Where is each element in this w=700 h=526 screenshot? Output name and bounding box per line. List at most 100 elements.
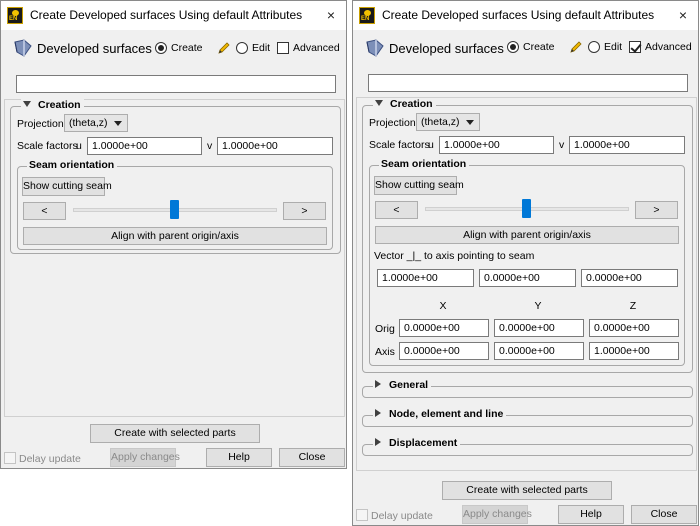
creation-legend: Creation: [390, 98, 433, 110]
edit-radio[interactable]: [236, 42, 248, 54]
create-selected-parts-button[interactable]: Create with selected parts: [442, 481, 612, 500]
creation-toggle[interactable]: Creation: [373, 98, 436, 111]
apply-changes-button[interactable]: Apply changes: [462, 505, 532, 524]
name-input[interactable]: [368, 74, 688, 92]
delay-update-label: Delay update: [371, 510, 433, 522]
vector-z-field[interactable]: 0.0000e+00: [581, 269, 678, 287]
pencil-icon: [570, 41, 582, 53]
seam-prev-button[interactable]: <: [23, 202, 66, 220]
create-radio-label: Create: [523, 41, 555, 53]
projection-label: Projection: [17, 118, 64, 130]
developed-surface-icon: [366, 39, 384, 57]
close-button[interactable]: Close: [279, 448, 345, 467]
scale-v-field[interactable]: 1.0000e+00: [217, 137, 333, 155]
projection-label: Projection: [369, 117, 416, 129]
close-window-button[interactable]: ×: [668, 1, 698, 29]
scale-u-field[interactable]: 1.0000e+00: [439, 136, 554, 154]
vector-y-field[interactable]: 0.0000e+00: [479, 269, 576, 287]
window-title: Create Developed surfaces Using default …: [382, 8, 655, 22]
vector-x-field[interactable]: 1.0000e+00: [377, 269, 474, 287]
orig-z-field[interactable]: 0.0000e+00: [589, 319, 679, 337]
advanced-label: Advanced: [645, 41, 692, 53]
create-selected-parts-button[interactable]: Create with selected parts: [90, 424, 260, 443]
scale-u-field[interactable]: 1.0000e+00: [87, 137, 202, 155]
edit-radio-label: Edit: [252, 42, 271, 54]
dropdown-arrow-icon: [114, 121, 122, 126]
dialog-left: Create Developed surfaces Using default …: [0, 0, 347, 469]
axis-x-field[interactable]: 0.0000e+00: [399, 342, 489, 360]
node-element-line-toggle[interactable]: Node, element and line: [373, 408, 507, 421]
seam-prev-button[interactable]: <: [375, 201, 418, 219]
seam-slider-thumb[interactable]: [170, 200, 179, 219]
help-button[interactable]: Help: [558, 505, 624, 524]
vector-label: Vector _|_ to axis pointing to seam: [374, 250, 535, 262]
scale-u-label: u: [76, 140, 82, 152]
header-title: Developed surfaces: [37, 41, 152, 56]
close-button[interactable]: Close: [631, 505, 697, 524]
dialog-right: Create Developed surfaces Using default …: [352, 0, 699, 526]
create-radio[interactable]: [507, 41, 519, 53]
collapse-triangle-icon: [375, 100, 383, 106]
scale-factors-label: Scale factors: [17, 140, 78, 152]
scale-v-label: v: [559, 139, 565, 151]
app-logo-icon: [7, 7, 23, 24]
delay-update-checkbox[interactable]: [4, 452, 16, 464]
scale-v-label: v: [207, 140, 213, 152]
orig-y-field[interactable]: 0.0000e+00: [494, 319, 584, 337]
projection-value: (theta,z): [69, 117, 108, 129]
pencil-icon: [218, 42, 230, 54]
scale-v-field[interactable]: 1.0000e+00: [569, 136, 685, 154]
creation-legend: Creation: [38, 99, 81, 111]
seam-next-button[interactable]: >: [635, 201, 678, 219]
general-toggle[interactable]: General: [373, 379, 432, 392]
advanced-checkbox[interactable]: [277, 42, 289, 54]
dropdown-arrow-icon: [466, 120, 474, 125]
scale-u-label: u: [428, 139, 434, 151]
displacement-toggle[interactable]: Displacement: [373, 437, 461, 450]
apply-changes-button[interactable]: Apply changes: [110, 448, 180, 467]
column-z-label: Z: [629, 300, 637, 312]
header-title: Developed surfaces: [389, 41, 504, 56]
window-title: Create Developed surfaces Using default …: [30, 8, 303, 22]
show-cutting-seam-button[interactable]: Show cutting seam: [22, 177, 112, 196]
edit-radio-label: Edit: [604, 41, 623, 53]
align-parent-button[interactable]: Align with parent origin/axis: [375, 226, 679, 244]
seam-slider-thumb[interactable]: [522, 199, 531, 218]
general-legend: General: [389, 379, 429, 391]
expand-triangle-icon: [375, 409, 381, 417]
seam-next-button[interactable]: >: [283, 202, 326, 220]
help-button[interactable]: Help: [206, 448, 272, 467]
column-y-label: Y: [534, 300, 542, 312]
displacement-legend: Displacement: [389, 437, 458, 449]
align-parent-button[interactable]: Align with parent origin/axis: [23, 227, 327, 245]
collapse-triangle-icon: [23, 101, 31, 107]
delay-update-checkbox[interactable]: [356, 509, 368, 521]
axis-label: Axis: [375, 346, 395, 358]
axis-y-field[interactable]: 0.0000e+00: [494, 342, 584, 360]
name-input[interactable]: [16, 75, 336, 93]
axis-z-field[interactable]: 1.0000e+00: [589, 342, 679, 360]
edit-radio[interactable]: [588, 41, 600, 53]
title-bar: Create Developed surfaces Using default …: [353, 1, 698, 30]
close-window-button[interactable]: ×: [316, 1, 346, 29]
advanced-checkbox[interactable]: [629, 41, 641, 53]
creation-toggle[interactable]: Creation: [21, 99, 84, 112]
scale-factors-label: Scale factors: [369, 139, 430, 151]
create-radio-label: Create: [171, 42, 203, 54]
create-radio[interactable]: [155, 42, 167, 54]
seam-orientation-legend: Seam orientation: [27, 159, 118, 172]
advanced-label: Advanced: [293, 42, 340, 54]
projection-select[interactable]: (theta,z): [64, 114, 128, 132]
show-cutting-seam-button[interactable]: Show cutting seam: [374, 176, 464, 195]
expand-triangle-icon: [375, 438, 381, 446]
title-bar: Create Developed surfaces Using default …: [1, 1, 346, 30]
expand-triangle-icon: [375, 380, 381, 388]
projection-select[interactable]: (theta,z): [416, 113, 480, 131]
column-x-label: X: [439, 300, 447, 312]
projection-value: (theta,z): [421, 116, 460, 128]
orig-x-field[interactable]: 0.0000e+00: [399, 319, 489, 337]
orig-label: Orig: [375, 323, 395, 335]
node-element-line-legend: Node, element and line: [389, 408, 504, 420]
app-logo-icon: [359, 7, 375, 24]
delay-update-label: Delay update: [19, 453, 81, 465]
